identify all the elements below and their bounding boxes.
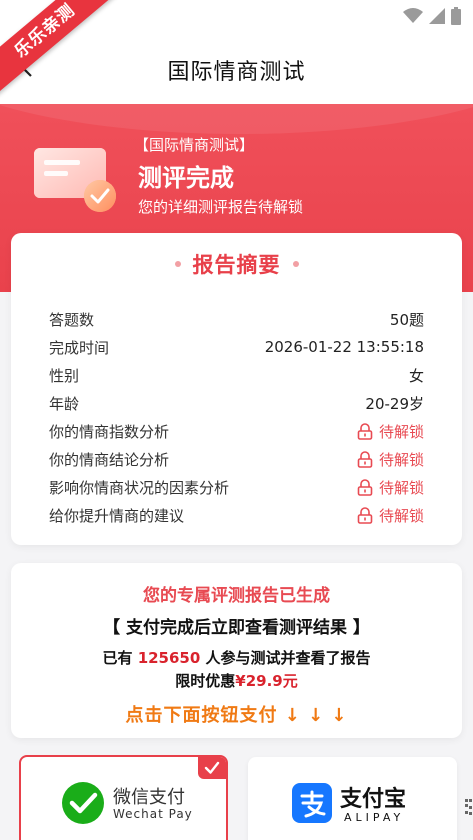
summary-row-suggestions: 给你提升情商的建议 待解锁 — [49, 501, 424, 529]
decor-dot-left — [174, 261, 181, 267]
locked-label: 待解锁 — [378, 478, 424, 497]
summary-row-finish-time: 完成时间 2026-01-22 13:55:18 — [49, 333, 424, 361]
row-label: 年龄 — [49, 394, 80, 413]
hero-title: 测评完成 — [138, 164, 234, 192]
summary-row-gender: 性别 女 — [49, 361, 424, 389]
alipay-label: 支付宝 — [340, 787, 407, 812]
locked-label: 待解锁 — [378, 506, 424, 525]
row-value: 20-29岁 — [365, 394, 424, 413]
report-card-illustration — [34, 148, 116, 212]
locked-status[interactable]: 待解锁 — [357, 505, 424, 526]
participants-suffix: 人参与测试并查看了报告 — [200, 649, 371, 667]
summary-row-answers: 答题数 50题 — [49, 305, 424, 333]
row-label: 性别 — [49, 366, 80, 385]
lock-icon — [357, 506, 373, 524]
hero-subtitle: 您的详细测评报告待解锁 — [138, 198, 304, 216]
pay-cta-text: 点击下面按钮支付 ↓ ↓ ↓ — [125, 705, 348, 726]
row-value: 50题 — [389, 310, 424, 329]
alipay-icon — [292, 783, 332, 823]
summary-row-eq-index: 你的情商指数分析 待解锁 — [49, 417, 424, 445]
wechat-pay-label-en: Wechat Pay — [113, 807, 193, 821]
summary-row-eq-conclusion: 你的情商结论分析 待解锁 — [49, 445, 424, 473]
lock-icon — [357, 422, 373, 440]
alipay-label-en: ALIPAY — [344, 811, 405, 824]
check-icon — [204, 761, 220, 774]
battery-icon — [451, 7, 461, 25]
report-summary-card: 报告摘要 答题数 50题 完成时间 2026-01-22 13:55:18 性别… — [11, 233, 462, 545]
wechat-pay-icon — [62, 782, 104, 824]
summary-row-factors: 影响你情商状况的因素分析 待解锁 — [49, 473, 424, 501]
wifi-icon — [403, 8, 423, 23]
participants-text: 已有 125650 人参与测试并查看了报告 — [11, 647, 462, 668]
locked-status[interactable]: 待解锁 — [357, 449, 424, 470]
row-label: 答题数 — [49, 310, 95, 329]
discount-text: 限时优惠¥29.9元 — [11, 670, 462, 691]
signal-icon — [429, 8, 445, 24]
side-qr-icon[interactable] — [464, 798, 473, 818]
row-label: 你的情商结论分析 — [49, 450, 170, 469]
participants-count: 125650 — [137, 649, 201, 667]
row-value: 2026-01-22 13:55:18 — [264, 338, 424, 356]
wechat-pay-option[interactable]: 微信支付 Wechat Pay — [19, 755, 228, 840]
discount-label: 限时优惠 — [175, 672, 236, 690]
hero-tag: 【国际情商测试】 — [134, 136, 255, 154]
wechat-pay-label: 微信支付 — [113, 787, 185, 808]
summary-title: 报告摘要 — [192, 253, 281, 277]
decor-dot-right — [292, 261, 299, 267]
participants-prefix: 已有 — [102, 649, 138, 667]
report-generated-text: 您的专属评测报告已生成 — [143, 586, 330, 606]
pay-hint-text: 【 支付完成后立即查看测评结果 】 — [103, 618, 370, 638]
price: ¥29.9元 — [235, 672, 298, 690]
selected-check-badge — [198, 757, 226, 779]
row-label: 给你提升情商的建议 — [49, 506, 185, 525]
locked-status[interactable]: 待解锁 — [357, 477, 424, 498]
lock-icon — [357, 450, 373, 468]
summary-rows: 答题数 50题 完成时间 2026-01-22 13:55:18 性别 女 年龄… — [49, 305, 424, 529]
summary-header: 报告摘要 — [11, 249, 462, 279]
locked-label: 待解锁 — [378, 450, 424, 469]
row-label: 你的情商指数分析 — [49, 422, 170, 441]
lock-icon — [357, 478, 373, 496]
row-label: 完成时间 — [49, 338, 110, 357]
nav-bar: 国际情商测试 — [0, 34, 473, 104]
row-label: 影响你情商状况的因素分析 — [49, 478, 230, 497]
locked-label: 待解锁 — [378, 422, 424, 441]
summary-row-age: 年龄 20-29岁 — [49, 389, 424, 417]
promo-card: 您的专属评测报告已生成 【 支付完成后立即查看测评结果 】 已有 125650 … — [11, 563, 462, 738]
row-value: 女 — [408, 366, 424, 385]
page-title: 国际情商测试 — [167, 60, 306, 85]
locked-status[interactable]: 待解锁 — [357, 421, 424, 442]
alipay-option[interactable]: 支付宝 ALIPAY — [248, 757, 457, 840]
status-icons — [403, 6, 461, 26]
